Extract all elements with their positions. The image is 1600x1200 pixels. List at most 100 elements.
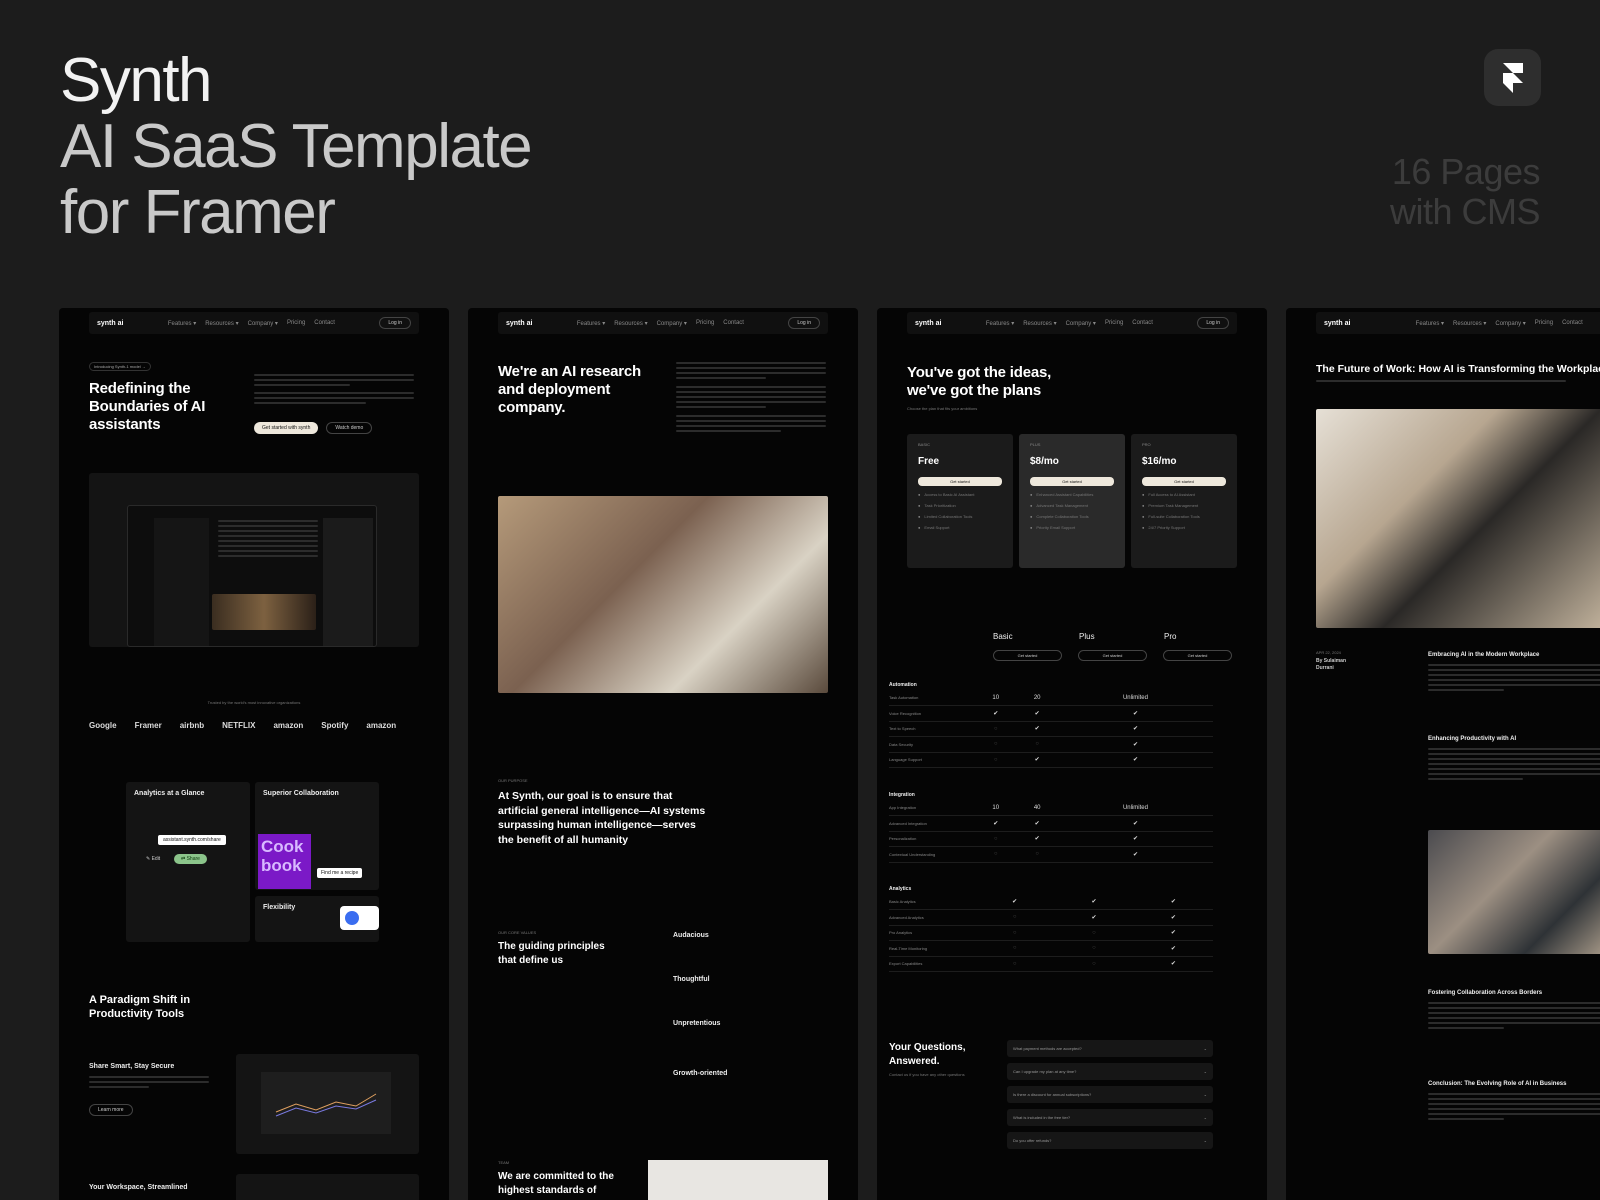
row-label: App Integration [889,800,975,816]
chevron-down-icon: ⌄ [1203,1115,1207,1120]
compare-basic-button[interactable]: Get started [993,650,1062,661]
nav-link-contact[interactable]: Contact [314,320,335,327]
find-recipe-chip[interactable]: Find me a recipe [317,868,363,878]
nav-link-features[interactable]: Features ▾ [577,320,605,327]
feature-analytics-card: Analytics at a Glance assistant.synth.co… [126,782,250,942]
nav-links: Features ▾ Resources ▾ Company ▾ Pricing… [168,320,335,327]
pricing-subtitle: Choose the plan that fits your ambitions [907,406,978,411]
value-unpretentious: Unpretentious [673,1020,721,1027]
nav-link-contact[interactable]: Contact [723,320,744,327]
table-row: Basic Analytics ✔ ✔ ✔ [889,894,1213,910]
faq-item[interactable]: What is included in the free tier? ⌄ [1007,1109,1213,1126]
nav-link-features[interactable]: Features ▾ [986,320,1014,327]
blog-subtitle [1316,380,1566,382]
workspace-card [236,1174,419,1200]
check-icon: ✔ [1054,894,1134,910]
feature-flex-card: Flexibility [255,896,379,942]
table-row: Contextual Understanding ○ ○ ✔ [889,846,1213,863]
learn-more-button[interactable]: Learn more [89,1104,133,1116]
home-title: Redefining the Boundaries of AI assistan… [89,380,206,433]
faq-subtitle: Contact us if you have any other questio… [889,1072,965,1077]
check-icon: ✔ [1057,846,1213,863]
blog-heading-3: Fostering Collaboration Across Borders [1428,990,1543,996]
plan-card-pro: PRO $16/mo Get started Full Access to AI… [1131,434,1237,568]
table-row: Advanced Analytics ○ ✔ ✔ [889,909,1213,926]
brand-logo[interactable]: synth ai [915,320,941,327]
navbar: synth ai Features ▾ Resources ▾ Company … [89,312,419,334]
intro-badge[interactable]: Introducing Synth-1 model → [89,362,151,371]
nav-link-resources[interactable]: Resources ▾ [205,320,238,327]
edit-button[interactable]: ✎ Edit [146,856,160,862]
nav-link-resources[interactable]: Resources ▾ [1453,320,1486,327]
login-button[interactable]: Log in [379,317,411,329]
faq-item[interactable]: Can I upgrade my plan at any time? ⌄ [1007,1063,1213,1080]
cookbook-tile[interactable]: Cook book [258,834,311,889]
cell: 40 [1016,800,1058,816]
nav-link-company[interactable]: Company ▾ [657,320,687,327]
nav-link-contact[interactable]: Contact [1132,320,1153,327]
app-sidebar [154,518,209,646]
row-label: Data Security [889,736,975,753]
nav-link-company[interactable]: Company ▾ [1495,320,1525,327]
row-label: Contextual Understanding [889,846,975,863]
share-url[interactable]: assistant.synth.com/share [158,835,226,845]
feature-collab-card: Superior Collaboration Cook book Find me… [255,782,379,890]
blog-paragraph-2 [1428,748,1600,780]
nav-link-pricing[interactable]: Pricing [1105,320,1123,327]
share-button[interactable]: ⇄ Share [174,854,207,864]
check-icon: ✔ [1016,705,1058,722]
about-title: We're an AI research and deployment comp… [498,363,641,416]
plan-card-plus: PLUS $8/mo Get started Enhanced Assistan… [1019,434,1125,568]
blog-hero-photo [1316,409,1600,628]
brand-logo[interactable]: synth ai [506,320,532,327]
blog-heading-4: Conclusion: The Evolving Role of AI in B… [1428,1081,1567,1087]
nav-link-resources[interactable]: Resources ▾ [1023,320,1056,327]
plan-get-started-button[interactable]: Get started [1030,477,1114,486]
nav-link-features[interactable]: Features ▾ [168,320,196,327]
pricing-title: You've got the ideas, we've got the plan… [907,364,1052,399]
netflix-logo: NETFLIX [222,721,256,730]
compare-plus-button[interactable]: Get started [1078,650,1147,661]
brand-logo[interactable]: synth ai [97,320,123,327]
login-button[interactable]: Log in [1197,317,1229,329]
nav-link-pricing[interactable]: Pricing [1535,320,1553,327]
compare-col-pro: Pro [1164,632,1177,641]
empty-circle-icon: ○ [1054,940,1134,957]
compare-pro-button[interactable]: Get started [1163,650,1232,661]
app-details-panel [323,518,373,646]
faq-item[interactable]: What payment methods are accepted? ⌄ [1007,1040,1213,1057]
video-thumbnail[interactable] [212,594,316,630]
nav-link-pricing[interactable]: Pricing [696,320,714,327]
faq-question: Can I upgrade my plan at any time? [1013,1069,1077,1074]
empty-circle-icon: ○ [975,721,1017,737]
table-row: Language Support ○ ✔ ✔ [889,752,1213,768]
comparison-table-automation: Task Automation 10 20 Unlimited Voice Recog… [889,690,1213,768]
table-row: Advanced Integration ✔ ✔ ✔ [889,815,1213,832]
faq-item[interactable]: Is there a discount for annual subscript… [1007,1086,1213,1103]
empty-circle-icon: ○ [1016,846,1058,863]
plan-get-started-button[interactable]: Get started [1142,477,1226,486]
faq-item[interactable]: Do you offer refunds? ⌄ [1007,1132,1213,1149]
nav-link-pricing[interactable]: Pricing [287,320,305,327]
table-row: App Integration 10 40 Unlimited [889,800,1213,816]
watch-demo-button[interactable]: Watch demo [326,422,373,434]
plan-name: PRO [1142,442,1151,447]
login-button[interactable]: Log in [788,317,820,329]
row-label: Basic Analytics [889,894,975,910]
empty-circle-icon: ○ [975,831,1017,847]
plan-get-started-button[interactable]: Get started [918,477,1002,486]
check-icon: ✔ [1133,909,1213,926]
row-label: Real-Time Monitoring [889,940,975,957]
nav-links: Features ▾ Resources ▾ Company ▾ Pricing… [1416,320,1583,327]
nav-link-resources[interactable]: Resources ▾ [614,320,647,327]
plan-price: $8/mo [1030,456,1059,467]
plan-card-basic: BASIC Free Get started Access to Basic A… [907,434,1013,568]
brand-logo[interactable]: synth ai [1324,320,1350,327]
nav-link-features[interactable]: Features ▾ [1416,320,1444,327]
nav-link-company[interactable]: Company ▾ [248,320,278,327]
nav-link-contact[interactable]: Contact [1562,320,1583,327]
get-started-button[interactable]: Get started with synth [254,422,319,434]
faq-question: What payment methods are accepted? [1013,1046,1082,1051]
nav-link-company[interactable]: Company ▾ [1066,320,1096,327]
plan-name: PLUS [1030,442,1041,447]
